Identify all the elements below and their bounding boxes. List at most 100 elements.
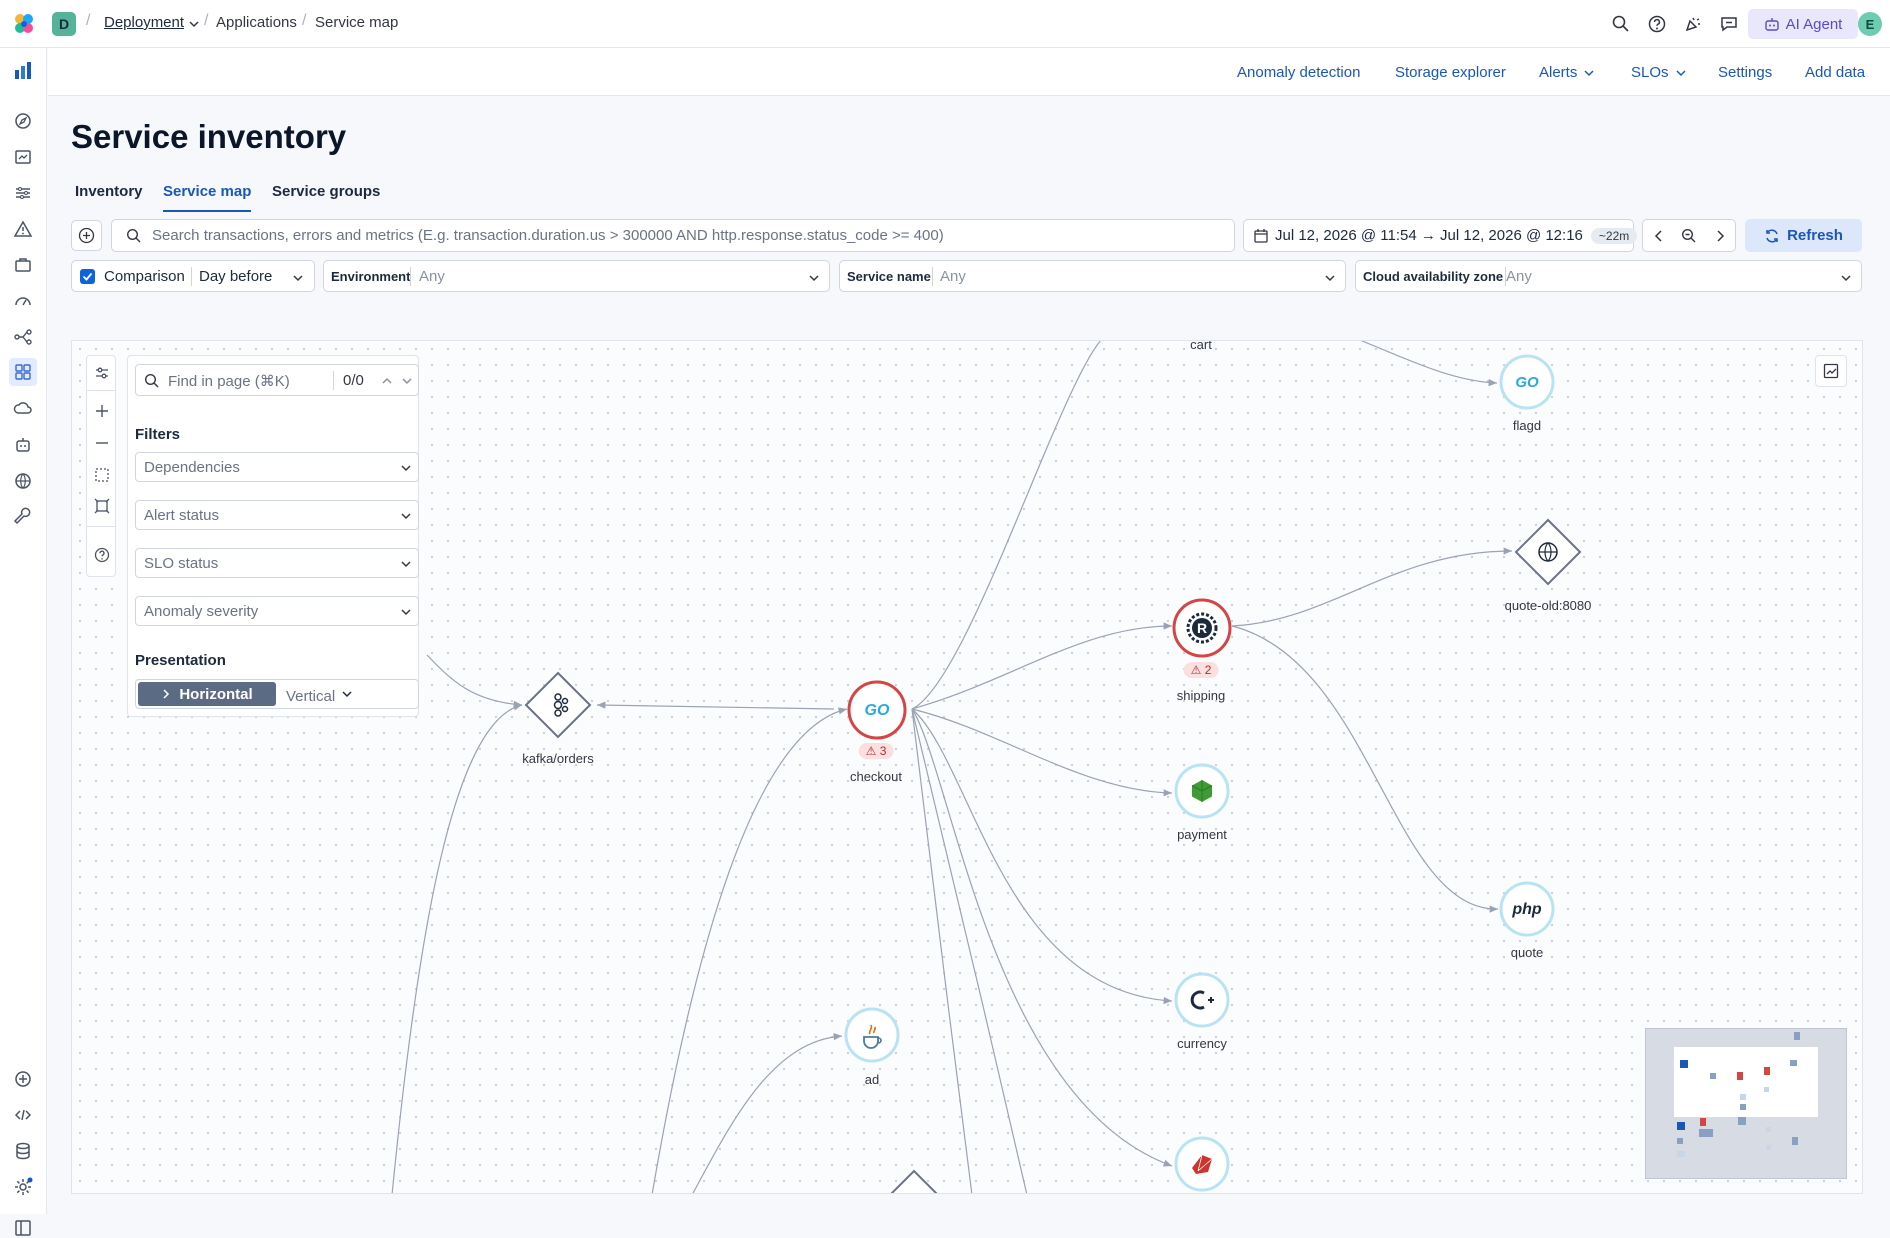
chevron-down-icon: [401, 513, 411, 520]
environment-label: Environment: [331, 269, 411, 284]
edge: [911, 708, 973, 1193]
cloud-zone-filter[interactable]: Cloud availability zone Any: [1355, 260, 1862, 292]
edge: [911, 708, 1028, 1193]
data-management-icon[interactable]: [13, 1141, 33, 1161]
storage-explorer-link[interactable]: Storage explorer: [1395, 64, 1506, 81]
dashboards-icon[interactable]: [13, 147, 33, 167]
ml-robot-icon[interactable]: [13, 435, 33, 455]
alert-status-select[interactable]: Alert status: [135, 500, 419, 530]
divider: [87, 526, 115, 527]
discover-icon[interactable]: [13, 111, 33, 131]
add-integration-icon[interactable]: [13, 1069, 33, 1089]
node-checkout[interactable]: GO: [847, 680, 907, 745]
plus-circle-icon: [78, 227, 95, 244]
comparison-checkbox[interactable]: [80, 269, 95, 284]
horizontal-option[interactable]: Horizontal: [138, 682, 276, 706]
service-map-nav-icon[interactable]: [9, 358, 37, 386]
duration-pill: ~22m: [1590, 228, 1638, 244]
select-area-icon[interactable]: [93, 466, 111, 484]
zoom-out-icon[interactable]: [93, 434, 111, 452]
slo-gauge-icon[interactable]: [13, 291, 33, 311]
apm-icon[interactable]: [13, 327, 33, 347]
dependencies-select[interactable]: Dependencies: [135, 452, 419, 482]
find-in-page-input[interactable]: Find in page (⌘K) 0/0: [135, 364, 419, 396]
calendar-icon: [1254, 229, 1268, 243]
tab-service-map[interactable]: Service map: [163, 183, 252, 212]
side-nav: [0, 48, 47, 1236]
help-icon[interactable]: [1647, 14, 1667, 34]
chevron-down-icon: [401, 561, 411, 568]
ai-agent-button[interactable]: AI Agent: [1748, 9, 1858, 39]
node-kafka-orders[interactable]: [522, 669, 594, 746]
node-currency[interactable]: [1174, 972, 1230, 1033]
toggle-minimap-button[interactable]: [1815, 355, 1847, 387]
slo-status-select[interactable]: SLO status: [135, 548, 419, 578]
search-icon[interactable]: [1611, 14, 1631, 34]
alerts-menu[interactable]: Alerts: [1539, 64, 1595, 81]
dev-tools-icon[interactable]: [13, 1105, 33, 1125]
chat-icon[interactable]: [1719, 14, 1739, 34]
node-payment[interactable]: [1174, 763, 1230, 824]
alerts-icon[interactable]: [13, 219, 33, 239]
shipping-alert-count: 2: [1204, 663, 1212, 677]
node-label-checkout: checkout: [849, 769, 903, 784]
slos-menu[interactable]: SLOs: [1631, 64, 1687, 81]
anomaly-severity-select[interactable]: Anomaly severity: [135, 596, 419, 626]
chevron-right-icon[interactable]: [1713, 229, 1727, 243]
breadcrumb-applications[interactable]: Applications: [216, 14, 297, 31]
tab-service-groups[interactable]: Service groups: [272, 183, 380, 210]
streams-icon[interactable]: [13, 183, 33, 203]
chevron-down-icon[interactable]: [401, 375, 413, 387]
collapse-nav-icon[interactable]: [13, 1218, 33, 1238]
wrench-icon[interactable]: [13, 507, 33, 527]
edge: [911, 341, 1101, 710]
node-ad[interactable]: [844, 1007, 900, 1068]
elastic-logo-icon[interactable]: [12, 12, 36, 36]
tab-inventory[interactable]: Inventory: [75, 183, 143, 210]
settings-gear-icon[interactable]: [13, 1177, 33, 1197]
node-ruby-service[interactable]: [1174, 1136, 1230, 1193]
filter-settings-icon[interactable]: [93, 364, 111, 382]
chevron-down-icon[interactable]: [292, 272, 304, 284]
node-shipping[interactable]: R: [1172, 598, 1232, 663]
service-name-filter[interactable]: Service name Any: [839, 260, 1346, 292]
anomaly-detection-link[interactable]: Anomaly detection: [1237, 64, 1360, 81]
chevron-left-icon[interactable]: [1652, 229, 1666, 243]
date-range: Jul 12, 2026 @ 11:54 → Jul 12, 2026 @ 12…: [1275, 227, 1638, 244]
vertical-option[interactable]: Vertical: [278, 682, 416, 706]
chevron-down-icon[interactable]: [188, 18, 200, 30]
cases-icon[interactable]: [13, 255, 33, 275]
dependency-diamond-icon: [890, 1169, 938, 1193]
checkout-alert-badge[interactable]: ⚠ 3: [858, 743, 894, 759]
date-picker[interactable]: Jul 12, 2026 @ 11:54 → Jul 12, 2026 @ 12…: [1243, 219, 1638, 252]
synthetics-globe-icon[interactable]: [13, 471, 33, 491]
observability-logo-icon[interactable]: [13, 61, 33, 81]
chevron-down-icon: [1584, 69, 1594, 76]
node-quote[interactable]: php: [1499, 881, 1555, 942]
checkout-alert-count: 3: [879, 744, 887, 758]
refresh-button[interactable]: Refresh: [1745, 219, 1862, 252]
shipping-alert-badge[interactable]: ⚠ 2: [1183, 662, 1219, 678]
node-quote-old[interactable]: [1512, 516, 1584, 593]
node-dependency-partial[interactable]: [878, 1167, 950, 1193]
zoom-out-icon[interactable]: [1681, 228, 1697, 244]
minimap[interactable]: [1645, 1028, 1847, 1179]
breadcrumb-deployment[interactable]: Deployment: [104, 14, 184, 31]
settings-link[interactable]: Settings: [1718, 64, 1772, 81]
add-filter-button[interactable]: [71, 220, 102, 251]
infrastructure-icon[interactable]: [13, 399, 33, 419]
chevron-up-icon[interactable]: [381, 375, 393, 387]
service-map-canvas[interactable]: cart GO flagd quote-old:8080 R ⚠ 2 shipp…: [71, 340, 1863, 1194]
node-label-cart[interactable]: cart: [1190, 341, 1212, 352]
help-icon[interactable]: [93, 546, 111, 564]
comparison-select[interactable]: Day before: [199, 268, 272, 285]
search-input[interactable]: Search transactions, errors and metrics …: [111, 219, 1235, 252]
environment-filter[interactable]: Environment Any: [323, 260, 830, 292]
add-data-link[interactable]: Add data: [1805, 64, 1865, 81]
fit-view-icon[interactable]: [93, 497, 111, 515]
zoom-in-icon[interactable]: [93, 402, 111, 420]
news-feed-icon[interactable]: [1683, 14, 1703, 34]
space-badge[interactable]: D: [52, 12, 76, 36]
avatar[interactable]: E: [1858, 12, 1882, 36]
node-flagd[interactable]: GO: [1499, 354, 1555, 415]
